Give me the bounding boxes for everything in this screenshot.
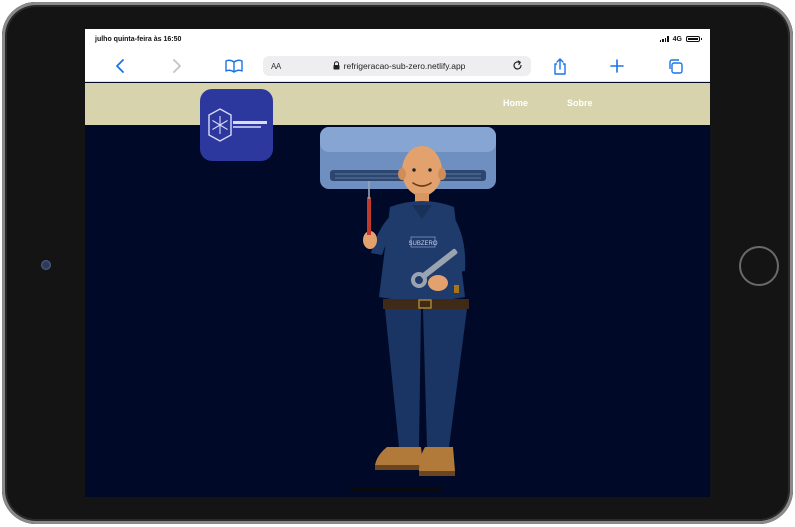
text-size-button[interactable]: AA [271, 62, 281, 71]
logo-emblem-icon [207, 108, 267, 142]
tabs-icon[interactable] [665, 56, 685, 76]
battery-icon [686, 36, 702, 42]
status-bar: julho quinta-feira às 16:50 4G [85, 29, 710, 49]
bookmarks-icon[interactable] [224, 56, 244, 76]
front-camera [41, 260, 51, 270]
nav-about-link[interactable]: Sobre [567, 98, 593, 108]
home-button[interactable] [739, 246, 779, 286]
address-bar[interactable]: AA refrigeracao-sub-zero.netlify.app [263, 56, 531, 76]
home-indicator [350, 488, 442, 491]
browser-toolbar: AA refrigeracao-sub-zero.netlify.app [85, 49, 710, 82]
site-header: Home Sobre [85, 83, 710, 125]
network-label: 4G [672, 35, 682, 43]
status-time: julho quinta-feira às 16:50 [95, 35, 182, 43]
signal-icon [659, 36, 669, 42]
status-indicators: 4G [659, 35, 702, 43]
new-tab-icon[interactable] [607, 56, 627, 76]
screen: julho quinta-feira às 16:50 4G AA refrig… [85, 29, 710, 497]
reload-icon[interactable] [512, 59, 523, 73]
back-icon[interactable] [110, 56, 130, 76]
technician-figure: SUBZERO [363, 146, 469, 476]
site-logo[interactable] [200, 89, 273, 161]
forward-icon[interactable] [167, 56, 187, 76]
shirt-logo-text: SUBZERO [408, 241, 437, 247]
share-icon[interactable] [550, 56, 570, 76]
lock-icon [333, 60, 340, 72]
technician-illustration: SUBZERO [320, 127, 496, 476]
url-text: refrigeracao-sub-zero.netlify.app [343, 61, 466, 71]
nav-home-link[interactable]: Home [503, 98, 528, 108]
